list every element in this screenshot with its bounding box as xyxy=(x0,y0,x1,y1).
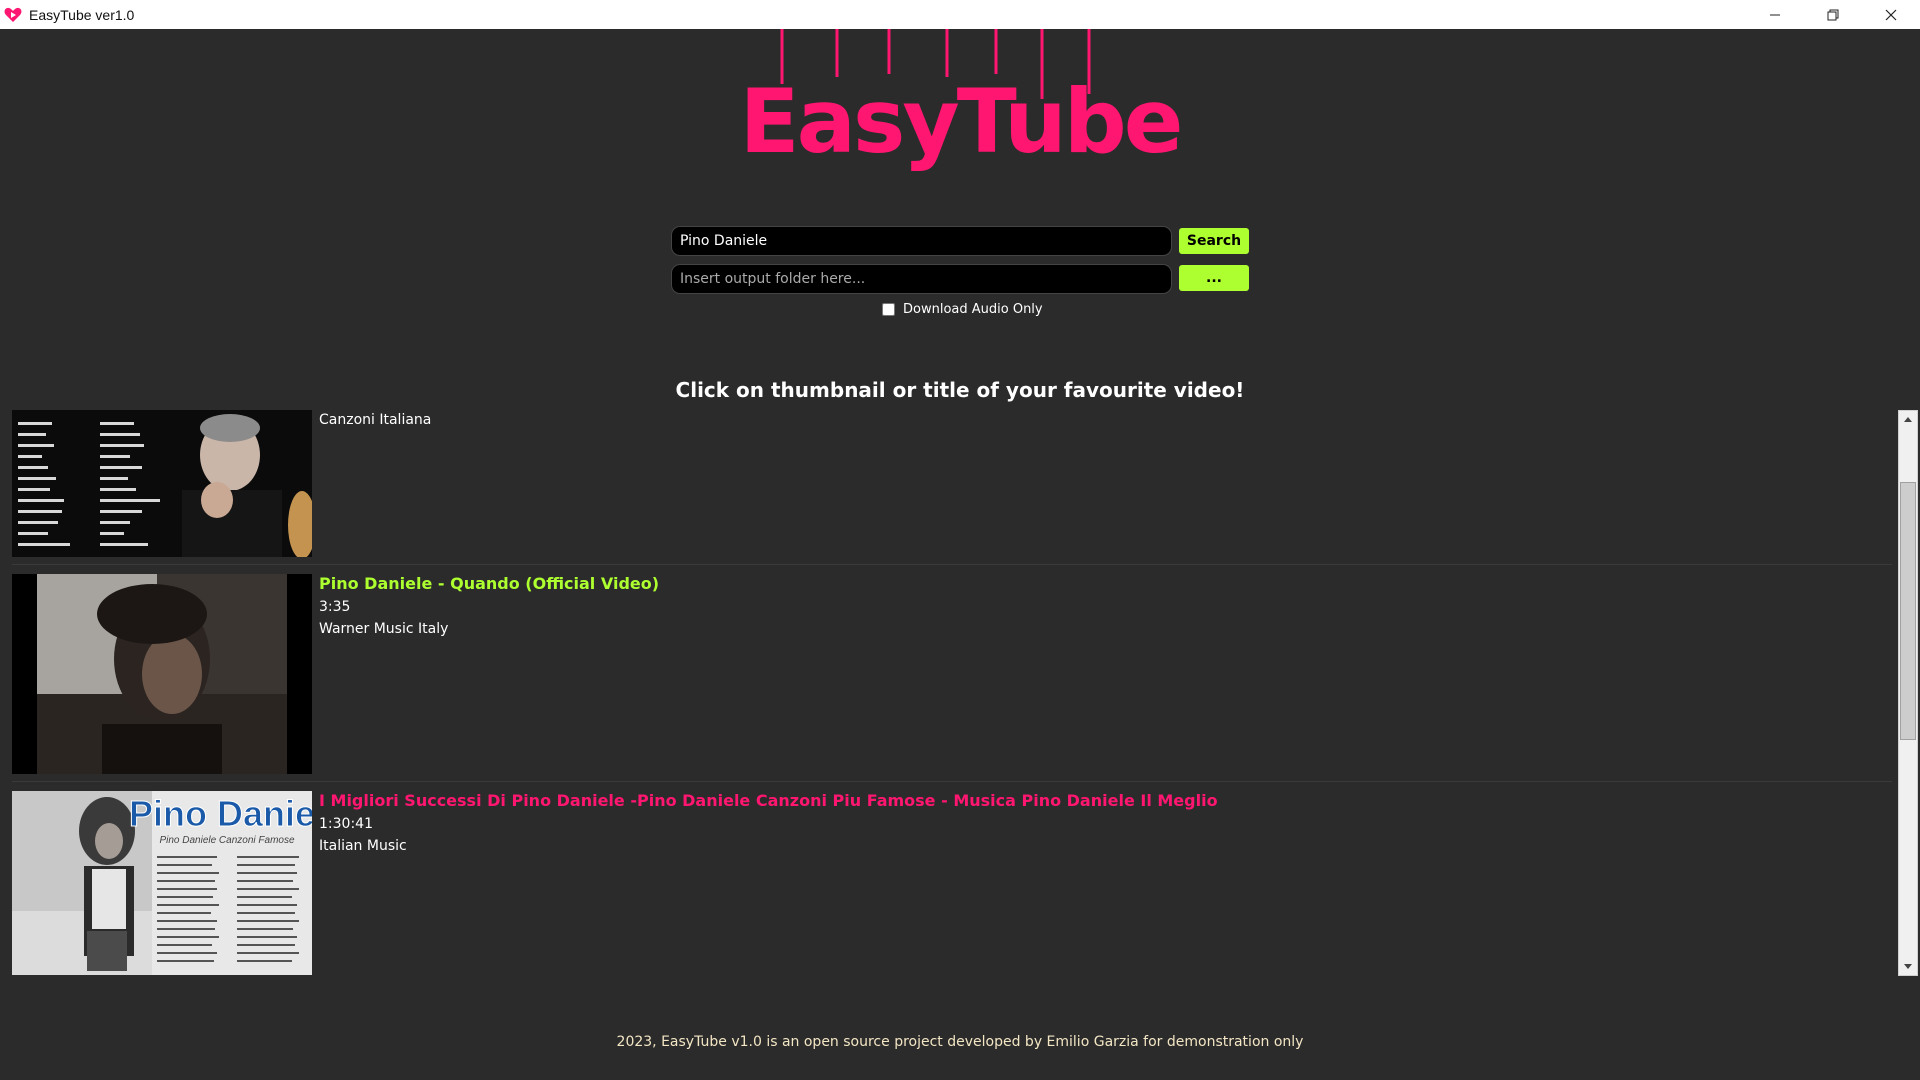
output-folder-input[interactable] xyxy=(671,264,1172,294)
arrow-down-icon xyxy=(1904,964,1912,969)
result-title[interactable]: Pino Daniele - Quando (Official Video) xyxy=(319,574,659,593)
result-thumbnail[interactable] xyxy=(12,574,312,774)
minimize-button[interactable] xyxy=(1746,0,1804,29)
window-controls xyxy=(1746,0,1920,29)
instruction-heading: Click on thumbnail or title of your favo… xyxy=(675,378,1245,402)
scroll-up-button[interactable] xyxy=(1899,411,1917,427)
result-channel: Italian Music xyxy=(319,838,407,854)
result-divider xyxy=(12,781,1892,782)
arrow-up-icon xyxy=(1904,417,1912,422)
album-cover-heading: Pino Daniele xyxy=(129,793,312,834)
album-cover-thumbnail: Pino Daniele Pino Daniele Canzoni Famose xyxy=(12,791,312,975)
results-scrollbar[interactable] xyxy=(1898,410,1918,976)
audio-only-option[interactable]: Download Audio Only xyxy=(882,302,1043,317)
restore-icon xyxy=(1827,9,1839,20)
result-duration: 3:35 xyxy=(319,599,351,615)
close-icon xyxy=(1885,9,1897,20)
browse-folder-button[interactable]: ... xyxy=(1179,265,1249,291)
result-divider xyxy=(12,564,1892,565)
result-channel: Warner Music Italy xyxy=(319,621,449,637)
close-button[interactable] xyxy=(1862,0,1920,29)
minimize-icon xyxy=(1770,14,1780,15)
easytube-logo: EasyTube xyxy=(740,29,1180,173)
title-bar: EasyTube ver1.0 xyxy=(0,0,1920,29)
album-cover-subheading: Pino Daniele Canzoni Famose xyxy=(159,835,295,846)
results-list: Canzoni Italiana Pino Daniele - Quando (… xyxy=(12,410,1892,975)
scroll-thumb[interactable] xyxy=(1900,482,1916,740)
heart-play-icon xyxy=(4,7,22,22)
logo-text: EasyTube xyxy=(740,70,1180,173)
audio-only-label: Download Audio Only xyxy=(903,302,1043,317)
result-thumbnail[interactable] xyxy=(12,410,312,557)
window-title: EasyTube ver1.0 xyxy=(29,6,135,23)
result-duration: 1:30:41 xyxy=(319,816,373,832)
result-title[interactable]: I Migliori Successi Di Pino Daniele -Pin… xyxy=(319,791,1218,810)
restore-button[interactable] xyxy=(1804,0,1862,29)
result-title[interactable]: Canzoni Italiana xyxy=(319,412,431,428)
footer-text: 2023, EasyTube v1.0 is an open source pr… xyxy=(616,1034,1304,1050)
audio-only-checkbox[interactable] xyxy=(882,303,895,316)
video-still-thumbnail xyxy=(12,574,312,774)
result-thumbnail[interactable]: Pino Daniele Pino Daniele Canzoni Famose xyxy=(12,791,312,975)
search-button[interactable]: Search xyxy=(1179,228,1249,254)
scroll-down-button[interactable] xyxy=(1899,959,1917,975)
search-input[interactable] xyxy=(671,226,1172,256)
tracklist-portrait-thumbnail xyxy=(12,410,312,557)
